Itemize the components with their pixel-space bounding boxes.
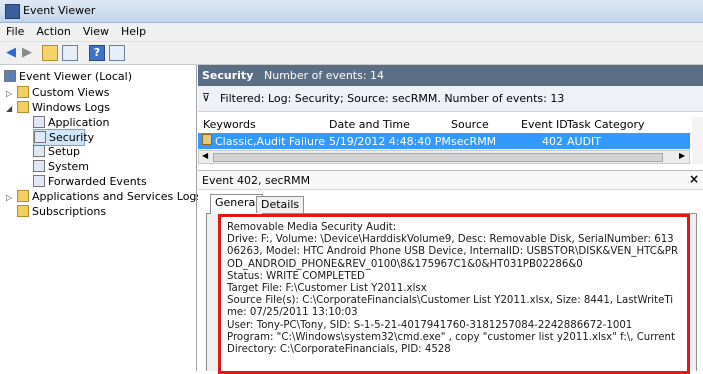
scroll-left-icon[interactable]: ◀ — [202, 151, 208, 160]
window-title: Event Viewer — [23, 4, 96, 17]
event-title: Event 402, secRMM — [202, 174, 311, 187]
log-icon — [33, 145, 45, 157]
content-pane: Security Number of events: 14 ⊽ Filtered… — [198, 65, 703, 374]
action-pane-icon[interactable] — [109, 45, 125, 61]
cell-keywords: Classic,Audit Failure — [215, 135, 326, 148]
column-task-category[interactable]: Task Category — [567, 118, 644, 131]
table-row[interactable]: Classic,Audit Failure 5/19/2012 4:48:40 … — [198, 133, 690, 149]
menu-file[interactable]: File — [0, 23, 30, 38]
forward-arrow-icon[interactable]: ▶ — [20, 45, 34, 61]
expand-arrow-icon[interactable]: ▷ — [6, 193, 12, 202]
cell-date-time: 5/19/2012 4:48:40 PM — [329, 135, 451, 148]
folder-icon — [17, 190, 29, 202]
tree-item-subscriptions[interactable]: Subscriptions — [17, 204, 106, 219]
toolbar: ◀ ▶ ? — [0, 42, 703, 65]
log-icon — [34, 131, 46, 143]
close-icon[interactable]: × — [689, 172, 699, 186]
filter-bar: ⊽ Filtered: Log: Security; Source: secRM… — [198, 86, 703, 112]
help-icon[interactable]: ? — [89, 45, 105, 61]
tree-item-system[interactable]: System — [33, 159, 89, 174]
event-detail-header: Event 402, secRMM × — [198, 170, 703, 190]
tree-item-custom-views[interactable]: Custom Views — [17, 85, 109, 100]
event-list-header: Keywords Date and Time Source Event ID T… — [198, 116, 703, 134]
cell-event-id: 402 — [542, 135, 563, 148]
general-tab-body: Removable Media Security Audit: Drive: F… — [206, 214, 697, 374]
column-source[interactable]: Source — [451, 118, 489, 131]
expand-arrow-icon[interactable]: ▷ — [6, 89, 12, 98]
filter-icon: ⊽ — [202, 91, 211, 104]
cell-source: secRMM — [451, 135, 497, 148]
log-name: Security — [202, 69, 254, 82]
lock-icon — [202, 134, 212, 145]
folder-icon — [17, 101, 29, 113]
navigation-tree: Event Viewer (Local) ▷ Custom Views ◢ Wi… — [0, 65, 202, 371]
column-date-time[interactable]: Date and Time — [329, 118, 410, 131]
log-icon — [33, 116, 45, 128]
tab-strip: General Details — [206, 193, 697, 214]
menu-action[interactable]: Action — [30, 23, 76, 38]
open-folder-icon[interactable] — [42, 45, 58, 61]
log-icon — [33, 175, 45, 187]
tree-item-forwarded-events[interactable]: Forwarded Events — [33, 174, 147, 189]
log-icon — [33, 160, 45, 172]
filter-text: Filtered: Log: Security; Source: secRMM.… — [220, 92, 565, 105]
scrollbar-thumb[interactable] — [213, 153, 663, 162]
event-count: Number of events: 14 — [264, 69, 385, 82]
tree-item-setup[interactable]: Setup — [33, 144, 80, 159]
menu-bar: File Action View Help — [0, 23, 703, 42]
event-viewer-icon — [4, 70, 16, 82]
horizontal-scrollbar[interactable]: ◀ ▶ — [198, 150, 690, 164]
column-event-id[interactable]: Event ID — [521, 118, 568, 131]
event-viewer-app-icon — [5, 4, 20, 19]
vertical-scrollbar[interactable] — [692, 117, 703, 164]
tree-item-application[interactable]: Application — [33, 115, 109, 130]
log-header: Security Number of events: 14 — [198, 65, 703, 86]
scroll-right-icon[interactable]: ▶ — [679, 151, 685, 160]
highlight-box: Removable Media Security Audit: Drive: F… — [218, 214, 690, 374]
tree-item-apps-services-logs[interactable]: Applications and Services Logs — [17, 189, 202, 204]
tree-item-windows-logs[interactable]: Windows Logs — [17, 100, 110, 115]
back-arrow-icon[interactable]: ◀ — [4, 45, 18, 61]
console-tree-icon[interactable] — [62, 45, 78, 61]
title-bar: Event Viewer — [0, 0, 703, 23]
subscriptions-icon — [17, 205, 29, 217]
tree-item-root[interactable]: Event Viewer (Local) — [4, 69, 132, 84]
collapse-arrow-icon[interactable]: ◢ — [6, 104, 12, 113]
cell-task-category: AUDIT — [567, 135, 602, 148]
column-keywords[interactable]: Keywords — [203, 118, 256, 131]
tab-details[interactable]: Details — [256, 196, 305, 213]
menu-view[interactable]: View — [77, 23, 115, 38]
folder-icon — [17, 86, 29, 98]
menu-help[interactable]: Help — [115, 23, 152, 38]
event-description: Removable Media Security Audit: Drive: F… — [227, 222, 679, 356]
